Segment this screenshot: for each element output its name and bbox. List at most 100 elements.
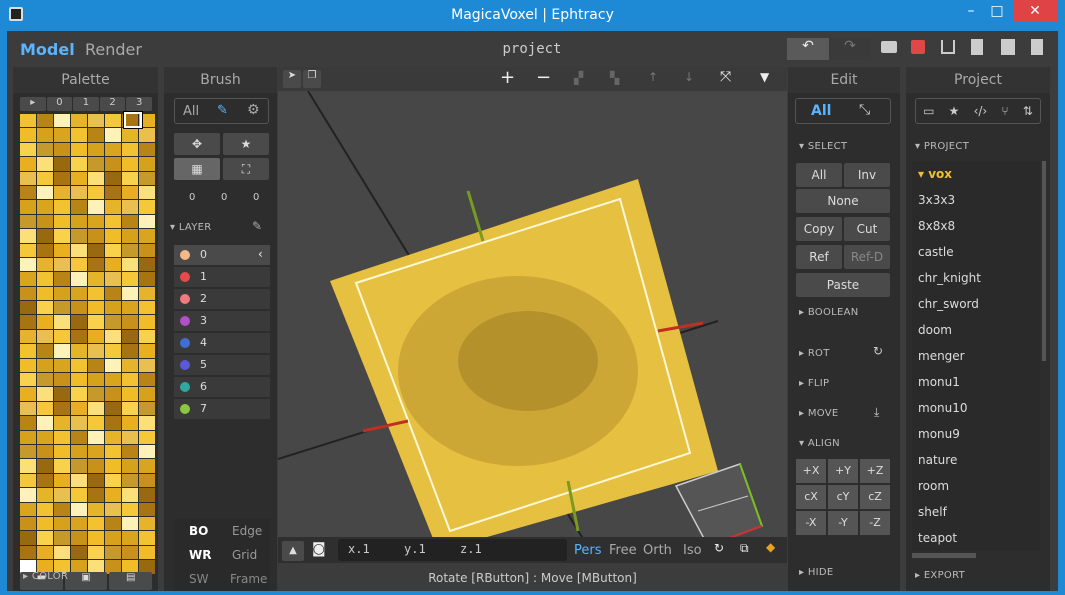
edit-shrink-icon[interactable]: ⤡ (859, 102, 870, 118)
palette-swatch[interactable] (139, 416, 155, 430)
palette-swatch[interactable] (105, 344, 121, 358)
palette-swatch[interactable] (88, 257, 104, 272)
palette-swatch[interactable] (71, 214, 87, 229)
palette-swatch[interactable] (139, 128, 155, 142)
palette-swatch[interactable] (37, 114, 53, 128)
color-section-label[interactable]: ▸ COLOR (23, 571, 68, 582)
palette-swatch[interactable] (20, 114, 36, 128)
palette-swatch[interactable] (20, 214, 36, 229)
palette-swatch[interactable] (122, 344, 138, 358)
align-center-x[interactable]: cX (796, 485, 826, 509)
layer-color-dot[interactable] (180, 382, 190, 392)
palette-swatch[interactable] (88, 488, 104, 502)
palette-swatch[interactable] (139, 286, 155, 301)
select-section[interactable]: ▾ SELECT (799, 141, 847, 152)
project-item[interactable]: menger (918, 349, 965, 363)
code-icon[interactable]: ‹/› (974, 104, 988, 118)
palette-swatch[interactable] (54, 214, 70, 229)
palette-swatch[interactable] (139, 516, 155, 531)
palette-swatch[interactable] (122, 531, 138, 545)
palette-swatch[interactable] (139, 329, 155, 344)
palette-swatch[interactable] (139, 459, 155, 473)
palette-swatch[interactable] (105, 142, 121, 157)
palette-swatch[interactable] (122, 545, 138, 560)
expand-icon[interactable]: ▚ (610, 71, 619, 85)
palette-swatch[interactable] (105, 444, 121, 459)
palette-swatch[interactable] (122, 373, 138, 387)
align-plus-z[interactable]: +Z (860, 459, 890, 483)
palette-swatch[interactable] (122, 387, 138, 401)
palette-swatch[interactable] (105, 128, 121, 142)
palette-swatch[interactable] (139, 473, 155, 488)
project-item[interactable]: castle (918, 245, 954, 259)
minimize-button[interactable]: – (958, 0, 984, 22)
palette-swatch[interactable] (88, 157, 104, 171)
palette-swatch[interactable] (88, 473, 104, 488)
palette-swatch[interactable] (71, 531, 87, 545)
palette-swatch[interactable] (105, 516, 121, 531)
palette-swatch[interactable] (20, 358, 36, 373)
palette-swatch[interactable] (37, 142, 53, 157)
palette-swatch-grid[interactable] (20, 114, 156, 574)
palette-swatch[interactable] (88, 229, 104, 243)
export-section[interactable]: ▸ EXPORT (915, 570, 965, 581)
viewport[interactable]: ➤ ❐ + − ▞ ▚ ↑ ↓ ⤧ ▼ ▲ ◙ x.1 y.1 z.1 Pers… (278, 67, 787, 563)
palette-swatch[interactable] (105, 473, 121, 488)
palette-swatch[interactable] (37, 488, 53, 502)
maximize-button[interactable]: □ (984, 0, 1010, 22)
shrink-icon[interactable]: ▞ (574, 71, 583, 85)
palette-swatch[interactable] (37, 358, 53, 373)
palette-swatch[interactable] (54, 128, 70, 142)
palette-swatch[interactable] (20, 301, 36, 315)
palette-swatch[interactable] (71, 430, 87, 444)
palette-swatch[interactable] (105, 315, 121, 329)
palette-tab-play[interactable]: ▸ (20, 97, 46, 111)
project-item[interactable]: doom (918, 323, 952, 337)
palette-swatch[interactable] (139, 358, 155, 373)
layer-color-dot[interactable] (180, 250, 190, 260)
palette-swatch[interactable] (71, 387, 87, 401)
palette-swatch[interactable] (20, 272, 36, 286)
palette-swatch[interactable] (88, 444, 104, 459)
palette-swatch[interactable] (88, 286, 104, 301)
palette-swatch[interactable] (37, 387, 53, 401)
palette-swatch[interactable] (122, 142, 138, 157)
camera-icon[interactable]: ◙ (312, 541, 326, 557)
palette-swatch[interactable] (54, 502, 70, 516)
palette-swatch[interactable] (88, 373, 104, 387)
palette-swatch[interactable] (88, 214, 104, 229)
palette-swatch[interactable] (37, 531, 53, 545)
palette-swatch[interactable] (88, 516, 104, 531)
project-hscroll[interactable] (912, 553, 976, 558)
copy-file-icon[interactable] (1001, 39, 1015, 55)
palette-swatch[interactable] (139, 315, 155, 329)
palette-swatch[interactable] (139, 301, 155, 315)
palette-swatch[interactable] (88, 344, 104, 358)
palette-swatch[interactable] (71, 243, 87, 257)
palette-swatch[interactable] (54, 185, 70, 200)
palette-swatch[interactable] (105, 200, 121, 214)
flip-section[interactable]: ▸ FLIP (799, 378, 829, 389)
palette-swatch[interactable] (88, 114, 104, 128)
palette-swatch[interactable] (20, 229, 36, 243)
project-item[interactable]: teapot (918, 531, 957, 545)
palette-swatch[interactable] (54, 301, 70, 315)
palette-swatch[interactable] (105, 329, 121, 344)
palette-swatch[interactable] (105, 114, 121, 128)
palette-swatch[interactable] (105, 157, 121, 171)
rot-section[interactable]: ▸ ROT (799, 348, 830, 359)
palette-swatch[interactable] (54, 416, 70, 430)
palette-swatch[interactable] (105, 488, 121, 502)
layer-color-dot[interactable] (180, 316, 190, 326)
sort-icon[interactable]: ⇅ (1023, 104, 1033, 118)
palette-swatch[interactable] (88, 128, 104, 142)
palette-swatch[interactable] (71, 142, 87, 157)
opt-sw[interactable]: SW (189, 572, 208, 586)
palette-swatch[interactable] (20, 444, 36, 459)
palette-swatch[interactable] (122, 473, 138, 488)
palette-swatch[interactable] (88, 272, 104, 286)
palette-swatch[interactable] (139, 344, 155, 358)
palette-swatch[interactable] (139, 200, 155, 214)
view-iso[interactable]: Iso (683, 543, 702, 558)
opt-grid[interactable]: Grid (232, 548, 257, 562)
